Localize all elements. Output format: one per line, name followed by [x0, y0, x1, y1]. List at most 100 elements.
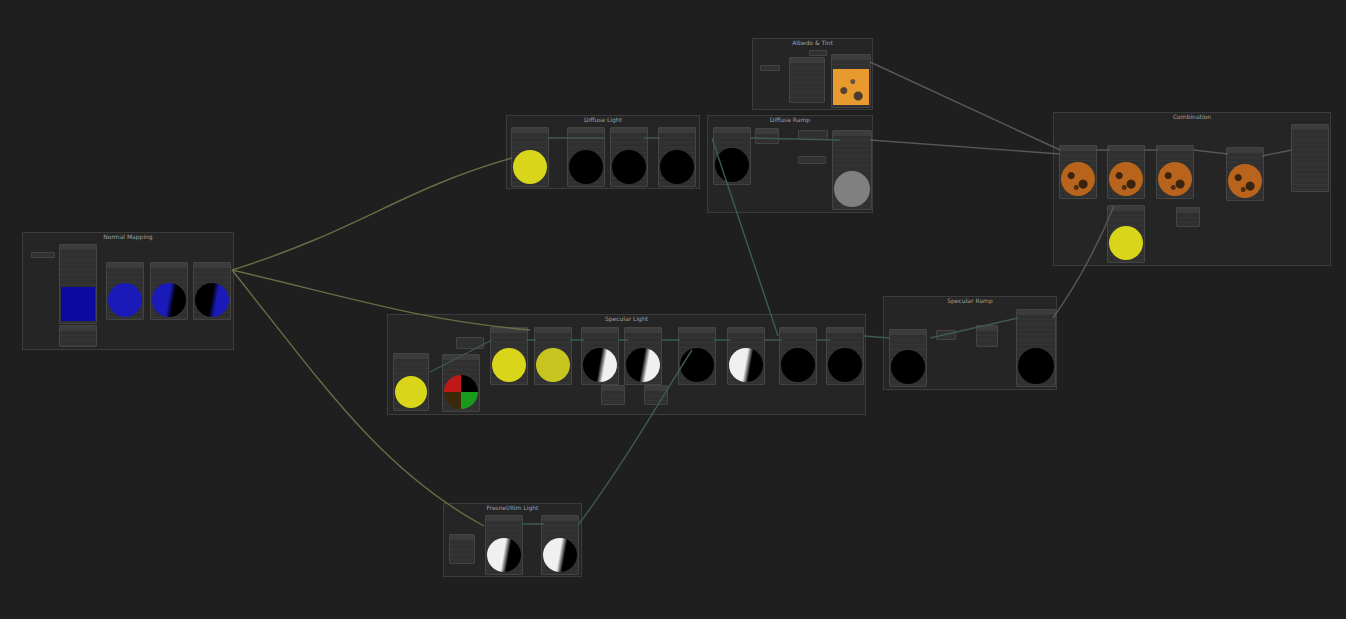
node-group[interactable]: Diffuse Light: [506, 115, 700, 189]
graph-node[interactable]: [831, 54, 871, 108]
graph-node[interactable]: [832, 130, 872, 210]
graph-node[interactable]: [678, 327, 716, 385]
node-preview: [729, 348, 763, 382]
graph-node[interactable]: [456, 337, 484, 349]
node-preview: [715, 148, 749, 182]
graph-node[interactable]: [393, 353, 429, 411]
graph-node[interactable]: [1107, 145, 1145, 199]
graph-node[interactable]: [193, 262, 231, 320]
graph-node[interactable]: [1176, 207, 1200, 227]
graph-node[interactable]: [601, 385, 625, 405]
group-title: Normal Mapping: [23, 233, 233, 241]
node-preview: [1228, 164, 1262, 198]
node-preview: [828, 348, 862, 382]
graph-node[interactable]: [976, 325, 998, 347]
node-preview: [660, 150, 694, 184]
graph-node[interactable]: [485, 515, 523, 575]
graph-node[interactable]: [658, 127, 696, 187]
node-group[interactable]: Diffuse Ramp: [707, 115, 873, 213]
group-title: Diffuse Ramp: [708, 116, 872, 124]
node-preview: [395, 376, 427, 408]
graph-node[interactable]: [59, 325, 97, 347]
node-group[interactable]: Albedo & Tint: [752, 38, 873, 110]
node-preview: [1061, 162, 1095, 196]
node-preview: [543, 538, 577, 572]
node-group[interactable]: Specular Light: [387, 314, 866, 415]
node-preview: [569, 150, 603, 184]
wire: [870, 62, 1060, 150]
wire: [232, 270, 530, 330]
graph-node[interactable]: [1291, 124, 1329, 192]
node-preview: [612, 150, 646, 184]
graph-node[interactable]: [936, 330, 956, 340]
graph-node[interactable]: [779, 327, 817, 385]
graph-node[interactable]: [727, 327, 765, 385]
graph-node[interactable]: [889, 329, 927, 387]
graph-node[interactable]: [1226, 147, 1264, 201]
node-preview: [195, 283, 229, 317]
graph-node[interactable]: [755, 128, 779, 144]
node-preview: [626, 348, 660, 382]
node-preview: [1109, 226, 1143, 260]
wire: [578, 350, 692, 525]
wire: [548, 138, 840, 140]
graph-node[interactable]: [760, 65, 780, 71]
graph-node[interactable]: [610, 127, 648, 187]
graph-node[interactable]: [826, 327, 864, 385]
graph-node[interactable]: [449, 534, 475, 564]
graph-node[interactable]: [809, 50, 827, 56]
graph-node[interactable]: [581, 327, 619, 385]
graph-node[interactable]: [31, 252, 55, 258]
node-group[interactable]: Specular Ramp: [883, 296, 1057, 390]
graph-node[interactable]: [150, 262, 188, 320]
group-title: Diffuse Light: [507, 116, 699, 124]
graph-node[interactable]: [644, 385, 668, 405]
graph-node[interactable]: [511, 127, 549, 187]
wire: [522, 318, 1018, 524]
node-preview: [536, 348, 570, 382]
node-group[interactable]: Combination: [1053, 112, 1331, 266]
wire: [430, 336, 890, 372]
node-preview: [108, 283, 142, 317]
node-preview: [891, 350, 925, 384]
node-preview: [781, 348, 815, 382]
wire: [232, 270, 484, 526]
node-preview: [1109, 162, 1143, 196]
graph-node[interactable]: [490, 327, 528, 385]
group-title: Specular Ramp: [884, 297, 1056, 305]
graph-node[interactable]: [798, 130, 828, 140]
node-group[interactable]: Fresnel/Rim Light: [443, 503, 582, 577]
graph-node[interactable]: [1156, 145, 1194, 199]
node-preview: [1018, 348, 1054, 384]
wire: [232, 158, 512, 270]
node-preview: [152, 283, 186, 317]
node-preview: [61, 287, 95, 321]
node-preview: [492, 348, 526, 382]
wire: [870, 140, 1060, 154]
graph-node[interactable]: [567, 127, 605, 187]
node-preview: [1158, 162, 1192, 196]
node-preview: [680, 348, 714, 382]
graph-node[interactable]: [442, 354, 480, 412]
graph-node[interactable]: [624, 327, 662, 385]
graph-node[interactable]: [798, 156, 826, 164]
wire: [1096, 150, 1292, 156]
graph-node[interactable]: [1059, 145, 1097, 199]
wire: [1053, 206, 1114, 318]
graph-node[interactable]: [1016, 309, 1056, 387]
group-title: Albedo & Tint: [753, 39, 872, 47]
graph-node[interactable]: [106, 262, 144, 320]
graph-node[interactable]: [534, 327, 572, 385]
graph-node[interactable]: [789, 57, 825, 103]
graph-node[interactable]: [541, 515, 579, 575]
node-preview: [583, 348, 617, 382]
graph-node[interactable]: [713, 127, 751, 185]
graph-canvas[interactable]: Albedo & Tint Diffuse Light Diffuse Ramp No…: [0, 0, 1346, 619]
node-group[interactable]: Normal Mapping: [22, 232, 234, 350]
node-preview: [834, 171, 870, 207]
graph-node[interactable]: [59, 244, 97, 324]
node-preview: [513, 150, 547, 184]
group-title: Specular Light: [388, 315, 865, 323]
graph-node[interactable]: [1107, 205, 1145, 263]
group-title: Fresnel/Rim Light: [444, 504, 581, 512]
